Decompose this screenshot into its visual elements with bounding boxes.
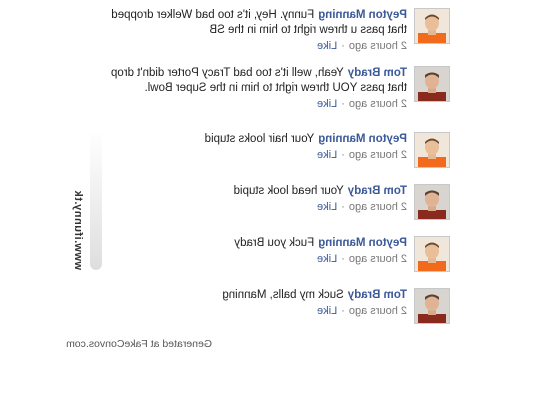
comment-meta: 2 hours ago · Like: [222, 304, 407, 319]
comment-text: Your head look stupid: [233, 185, 344, 197]
comment-author-link[interactable]: Tom Brady: [348, 289, 407, 301]
comment-6: Tom Brady Suck my balls, Manning 2 hours …: [90, 288, 450, 324]
peyton-manning-avatar[interactable]: [414, 236, 450, 272]
comment-text: Your hair looks stupid: [204, 133, 315, 145]
comment-body: Peyton ManningYour hair looks stupid 2 h…: [205, 132, 407, 163]
comment-body: Peyton ManningFunny. Hey, it's too bad W…: [90, 8, 407, 54]
separator-dot: ·: [341, 305, 345, 317]
comment-timestamp[interactable]: 2 hours ago: [349, 149, 407, 161]
mirrored-stage: Peyton ManningFunny. Hey, it's too bad W…: [0, 0, 550, 400]
comment-meta: 2 hours ago · Like: [234, 200, 407, 215]
comment-timestamp[interactable]: 2 hours ago: [349, 201, 407, 213]
comment-author-link[interactable]: Tom Brady: [348, 185, 407, 197]
peyton-manning-avatar[interactable]: [414, 8, 450, 44]
like-link[interactable]: Like: [317, 149, 337, 161]
separator-dot: ·: [341, 201, 345, 213]
tom-brady-avatar[interactable]: [414, 184, 450, 220]
comment-body: Tom Brady Suck my balls, Manning 2 hours …: [222, 288, 407, 319]
comment-author-link[interactable]: Tom Brady: [348, 67, 407, 79]
comment-3: Peyton ManningYour hair looks stupid 2 h…: [90, 132, 450, 168]
comment-2: Tom BradyYeah, well it's too bad Tracy P…: [90, 66, 450, 112]
comment-body: Peyton ManningFuck you Brady 2 hours ago…: [234, 236, 407, 267]
comment-meta: 2 hours ago · Like: [234, 252, 407, 267]
comment-text: Suck my balls, Manning: [222, 289, 344, 301]
comment-timestamp[interactable]: 2 hours ago: [349, 253, 407, 265]
watermark-text: www.ifunny.tk: [72, 190, 84, 270]
comment-author-link[interactable]: Peyton Manning: [318, 133, 407, 145]
comment-author-link[interactable]: Peyton Manning: [318, 237, 407, 249]
comment-timestamp[interactable]: 2 hours ago: [349, 305, 407, 317]
like-link[interactable]: Like: [317, 40, 337, 52]
comment-author-link[interactable]: Peyton Manning: [318, 9, 407, 21]
watermark-strip: [90, 130, 102, 270]
comment-5: Peyton ManningFuck you Brady 2 hours ago…: [90, 236, 450, 272]
separator-dot: ·: [341, 253, 345, 265]
comment-1: Peyton ManningFunny. Hey, it's too bad W…: [90, 8, 450, 54]
like-link[interactable]: Like: [317, 253, 337, 265]
comment-4: Tom Brady Your head look stupid 2 hours a…: [90, 184, 450, 220]
like-link[interactable]: Like: [317, 305, 337, 317]
comment-body: Tom BradyYeah, well it's too bad Tracy P…: [90, 66, 407, 112]
tom-brady-avatar[interactable]: [414, 288, 450, 324]
comment-meta: 2 hours ago · Like: [205, 148, 407, 163]
tom-brady-avatar[interactable]: [414, 66, 450, 102]
peyton-manning-avatar[interactable]: [414, 132, 450, 168]
comment-text: Fuck you Brady: [234, 237, 315, 249]
comment-meta: 2 hours ago · Like: [90, 97, 407, 112]
comment-timestamp[interactable]: 2 hours ago: [349, 98, 407, 110]
comment-meta: 2 hours ago · Like: [90, 39, 407, 54]
separator-dot: ·: [341, 98, 345, 110]
separator-dot: ·: [341, 40, 345, 52]
generated-footer: Generated at FakeConvos.com: [66, 338, 212, 350]
separator-dot: ·: [341, 149, 345, 161]
like-link[interactable]: Like: [317, 98, 337, 110]
comment-body: Tom Brady Your head look stupid 2 hours a…: [234, 184, 407, 215]
comment-timestamp[interactable]: 2 hours ago: [349, 40, 407, 52]
like-link[interactable]: Like: [317, 201, 337, 213]
